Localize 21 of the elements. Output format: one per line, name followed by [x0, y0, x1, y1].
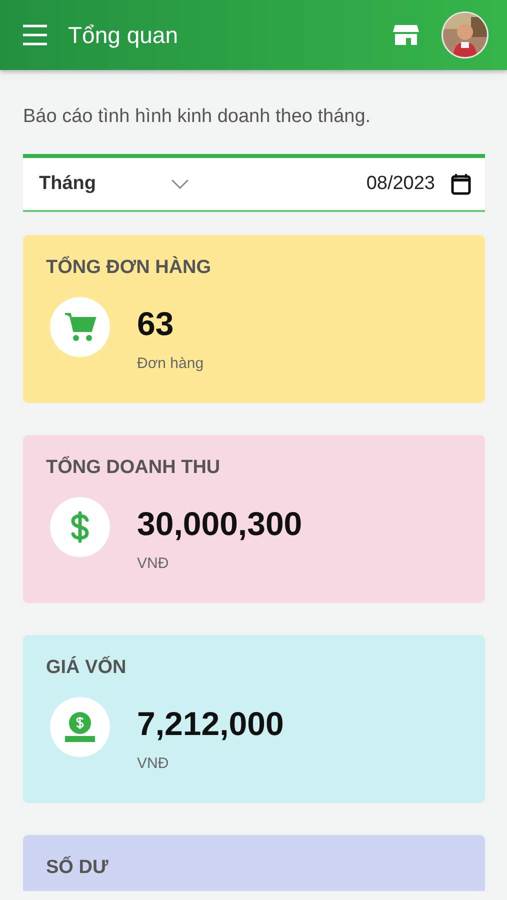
stat-value: 7,212,000: [137, 705, 284, 743]
calendar-icon: [451, 173, 471, 195]
month-picker[interactable]: 08/2023: [366, 173, 471, 195]
cart-icon: [63, 311, 97, 343]
stat-unit: VNĐ: [137, 755, 170, 772]
stat-value: 30,000,300: [137, 505, 302, 543]
page-title: Tổng quan: [68, 22, 179, 48]
period-dropdown[interactable]: Tháng: [39, 173, 189, 195]
card-title: GIÁ VỐN: [46, 657, 128, 679]
menu-icon[interactable]: [22, 24, 48, 46]
store-icon[interactable]: [393, 23, 419, 47]
chevron-down-icon: [171, 179, 189, 189]
subtitle: Báo cáo tình hình kinh doanh theo tháng.: [23, 106, 372, 128]
card-title: TỔNG ĐƠN HÀNG: [46, 257, 212, 279]
dollar-icon: [70, 511, 90, 543]
stat-unit: Đơn hàng: [137, 355, 204, 372]
card-title: TỔNG DOANH THU: [46, 457, 222, 479]
coin-hand-icon: [62, 709, 98, 745]
stat-value: 63: [137, 305, 175, 343]
card-title: SỐ DƯ: [46, 857, 110, 879]
stat-unit: VNĐ: [137, 555, 170, 572]
